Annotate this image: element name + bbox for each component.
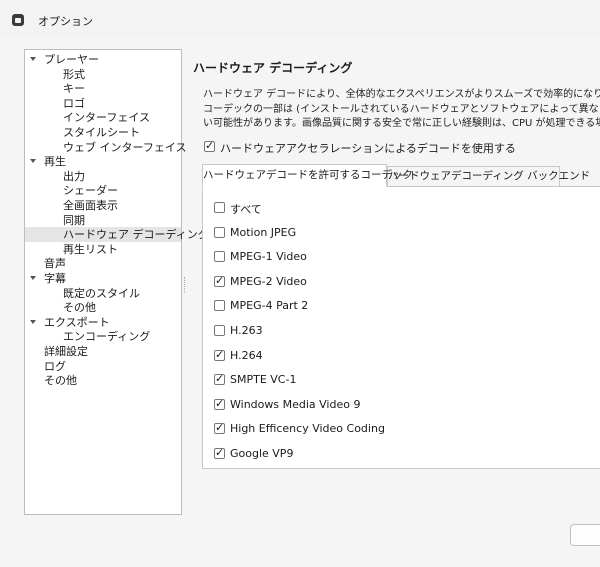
- tree-item-label: 出力: [63, 169, 85, 183]
- expand-arrow-icon[interactable]: [30, 159, 36, 164]
- tree-item-label: スタイルシート: [63, 126, 140, 139]
- tree-item-label: 音声: [44, 257, 66, 271]
- codec-checkbox[interactable]: [214, 372, 225, 386]
- codec-checkbox[interactable]: [214, 421, 225, 435]
- codec-item[interactable]: H.263: [203, 319, 600, 343]
- tree-item-label: 再生: [44, 155, 66, 169]
- codec-label[interactable]: Motion JPEG: [230, 226, 296, 239]
- tree-item[interactable]: ロゴ: [25, 96, 181, 111]
- expand-arrow-icon[interactable]: [30, 57, 36, 61]
- codec-item[interactable]: Google VP9: [203, 442, 600, 466]
- tree-item[interactable]: プレーヤー: [25, 52, 181, 67]
- codec-checkbox[interactable]: [214, 251, 225, 263]
- tree-item[interactable]: 出力: [25, 169, 181, 184]
- codec-item[interactable]: High Efficency Video Coding: [203, 417, 600, 441]
- codec-item[interactable]: MPEG-2 Video: [203, 270, 600, 294]
- window-title: オプション: [38, 15, 93, 28]
- use-hw-accel-label[interactable]: ハードウェアアクセラレーションによるデコードを使用する: [220, 140, 516, 156]
- codec-checkbox[interactable]: [214, 348, 225, 361]
- tree-item[interactable]: インターフェイス: [25, 110, 181, 125]
- expand-arrow-icon[interactable]: [30, 276, 36, 280]
- description-line: コーデックの一部は (インストールされているハードウェアとソフトウェアによって異…: [203, 103, 600, 115]
- app-icon: [12, 14, 24, 26]
- tree-item[interactable]: エンコーディング: [25, 329, 181, 344]
- tree-item[interactable]: スタイルシート: [25, 125, 181, 140]
- tree-item[interactable]: 形式: [25, 67, 181, 82]
- codec-checkbox[interactable]: [214, 300, 225, 312]
- codec-list-panel: すべて Motion JPEG MPEG-1 Video MPEG-2 Video MP…: [202, 186, 600, 469]
- use-hw-accel-checkbox[interactable]: [204, 139, 215, 152]
- tree-item-label: ハードウェア デコーディング: [63, 228, 209, 242]
- codec-item[interactable]: Motion JPEG: [203, 221, 600, 245]
- tree-item-label: プレーヤー: [44, 53, 99, 66]
- description-line: ハードウェア デコードにより、全体的なエクスペリエンスがよりスムーズで効率的にな…: [203, 89, 600, 100]
- codec-label[interactable]: すべて: [230, 201, 262, 217]
- tree-item-label: 全画面表示: [63, 199, 118, 212]
- tree-item[interactable]: その他: [25, 373, 181, 388]
- tree-item-label: 詳細設定: [44, 345, 88, 358]
- tree-item[interactable]: 詳細設定: [25, 344, 181, 359]
- codec-item[interactable]: Windows Media Video 9: [203, 393, 600, 417]
- title-bar: オプション: [0, 0, 600, 36]
- tree-item-label: 再生リスト: [63, 242, 118, 256]
- tree-item[interactable]: 再生: [25, 154, 181, 169]
- tree-item[interactable]: 字幕: [25, 271, 181, 286]
- description-line: い可能性があります。画像品質に関する安全で常に正しい経験則は、CPU が処理でき…: [203, 118, 600, 129]
- codec-label[interactable]: Google VP9: [230, 447, 293, 460]
- codec-item[interactable]: MPEG-1 Video: [203, 245, 600, 269]
- tree-item[interactable]: 同期: [25, 213, 181, 228]
- tree-item[interactable]: 再生リスト: [25, 242, 181, 257]
- tree-item-label: エンコーディング: [63, 330, 151, 344]
- codec-checkbox[interactable]: [214, 325, 225, 336]
- codec-label[interactable]: Windows Media Video 9: [230, 398, 360, 411]
- page-title: ハードウェア デコーディング: [193, 61, 353, 75]
- codec-label[interactable]: H.264: [230, 349, 263, 362]
- tree-item-label: ウェブ インターフェイス: [63, 140, 187, 154]
- tree-item-label: 同期: [63, 213, 85, 227]
- splitter-handle[interactable]: [184, 277, 187, 293]
- tree-item-label: エクスポート: [44, 315, 110, 329]
- tree-item[interactable]: シェーダー: [25, 183, 181, 198]
- tree-item-label: ログ: [44, 359, 66, 373]
- tree-item-label: インターフェイス: [63, 111, 151, 125]
- ok-button[interactable]: [570, 524, 600, 546]
- codec-item[interactable]: H.264: [203, 344, 600, 368]
- codec-checkbox[interactable]: [214, 446, 225, 459]
- tree-item[interactable]: その他: [25, 300, 181, 315]
- tree-item-label: 形式: [63, 67, 85, 81]
- tree-item-label: ロゴ: [63, 96, 85, 110]
- codec-label[interactable]: High Efficency Video Coding: [230, 422, 385, 435]
- codec-label[interactable]: MPEG-4 Part 2: [230, 299, 308, 312]
- tree-item[interactable]: ログ: [25, 359, 181, 374]
- codec-label[interactable]: H.263: [230, 324, 263, 337]
- tree-item[interactable]: 全画面表示: [25, 198, 181, 213]
- codec-checkbox[interactable]: [214, 397, 225, 410]
- description-text: ハードウェア デコードにより、全体的なエクスペリエンスがよりスムーズで効率的にな…: [203, 88, 600, 132]
- codec-item[interactable]: SMPTE VC-1: [203, 368, 600, 392]
- tab-allowed-codecs[interactable]: ハードウェアデコードを許可するコーデック: [202, 164, 413, 187]
- tree-item-label: 字幕: [44, 272, 66, 285]
- expand-arrow-icon[interactable]: [30, 319, 36, 324]
- codec-item[interactable]: すべて: [203, 196, 600, 220]
- tree-item-label: その他: [63, 301, 96, 315]
- tree-item-label: その他: [44, 374, 77, 388]
- tree-item-label: キー: [63, 82, 85, 96]
- codec-label[interactable]: MPEG-1 Video: [230, 250, 307, 263]
- codec-label[interactable]: SMPTE VC-1: [230, 373, 296, 386]
- tree-item[interactable]: エクスポート: [25, 315, 181, 330]
- tree-item[interactable]: ウェブ インターフェイス: [25, 140, 187, 155]
- codec-checkbox[interactable]: [214, 202, 225, 213]
- tree-item[interactable]: 既定のスタイル: [25, 286, 181, 301]
- tree-item[interactable]: キー: [25, 81, 181, 96]
- tree-item[interactable]: ハードウェア デコーディング: [25, 227, 209, 243]
- codec-checkbox[interactable]: [214, 274, 225, 287]
- tree-item-label: シェーダー: [63, 184, 118, 198]
- codec-checkbox[interactable]: [214, 226, 225, 238]
- tree-item-label: 既定のスタイル: [63, 286, 140, 300]
- settings-category-tree[interactable]: プレーヤー 形式 キー ロゴ インターフェイス スタイルシート ウェブ インターフェイス 再生…: [24, 49, 209, 515]
- tree-item[interactable]: 音声: [25, 256, 181, 271]
- codec-label[interactable]: MPEG-2 Video: [230, 275, 307, 288]
- codec-item[interactable]: MPEG-4 Part 2: [203, 294, 600, 318]
